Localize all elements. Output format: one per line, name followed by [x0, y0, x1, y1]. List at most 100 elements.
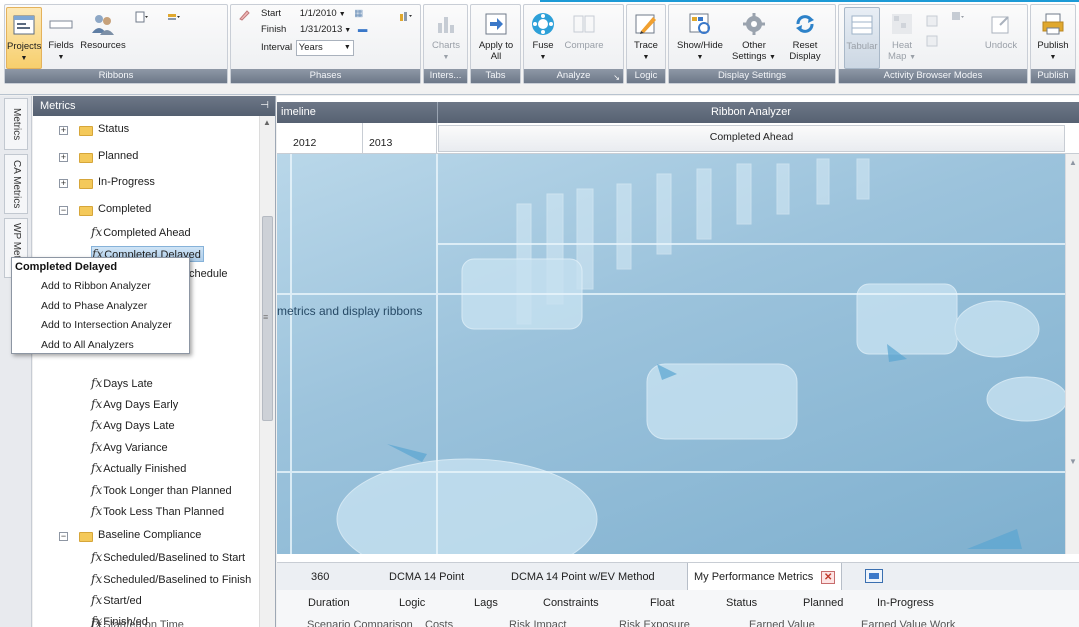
metric-costs[interactable]: Costs [425, 619, 453, 627]
reset-label-1: Reset [792, 40, 818, 51]
heat-map-button[interactable]: Heat Map ▼ [885, 7, 919, 69]
interval-label: Interval [261, 42, 293, 53]
scroll-down-icon[interactable]: ▼ [1069, 457, 1077, 466]
show-hide-button[interactable]: Show/Hide ▼ [675, 7, 725, 69]
tree-item-took-longer[interactable]: fxTook Longer than Planned [91, 483, 232, 497]
charts-icon [438, 17, 454, 33]
tree-item-days-late[interactable]: fxDays Late [91, 376, 153, 390]
start-calendar-icon[interactable]: ▦ [354, 8, 363, 19]
scroll-up-icon[interactable]: ▲ [1069, 158, 1077, 167]
clear-phase-icon[interactable] [237, 9, 251, 21]
tree-item-took-less[interactable]: fxTook Less Than Planned [91, 504, 224, 518]
mode-option-2-icon[interactable] [925, 35, 939, 47]
metric-logic[interactable]: Logic [399, 590, 425, 616]
empty-analyzer-hint: metrics and display ribbons [277, 304, 423, 318]
analyzer-scrollbar[interactable]: ▲ ▼ [1065, 154, 1079, 554]
apply-label-1: Apply to [478, 40, 514, 51]
tree-item-actually-finished[interactable]: fxActually Finished [91, 461, 186, 475]
start-date-field[interactable]: 1/1/2010 [298, 7, 339, 21]
projects-button[interactable]: Projects ▼ [6, 7, 42, 69]
color-dropdown-icon[interactable] [167, 11, 181, 23]
tree-item-avg-days-early[interactable]: fxAvg Days Early [91, 397, 178, 411]
reset-display-button[interactable]: Reset Display [783, 7, 827, 69]
metric-duration[interactable]: Duration [308, 590, 350, 616]
tree-label-completed: Completed [98, 203, 152, 215]
apply-to-all-button[interactable]: Apply to All [474, 7, 518, 69]
publish-button[interactable]: Publish ▼ [1033, 7, 1073, 69]
metric-earned-value-work[interactable]: Earned Value Work [861, 619, 955, 627]
side-tab-metrics[interactable]: Metrics [4, 98, 28, 150]
tree-item-avg-days-late[interactable]: fxAvg Days Late [91, 418, 175, 432]
metric-earned-value[interactable]: Earned Value [749, 619, 815, 627]
background-graphic [277, 154, 1065, 554]
expand-icon[interactable]: + [59, 153, 68, 162]
completed-ahead-column-header[interactable]: Completed Ahead [438, 125, 1065, 152]
side-tab-ca-metrics[interactable]: CA Metrics [4, 154, 28, 214]
mode-option-icon[interactable] [925, 15, 939, 27]
tree-item-completed-ahead[interactable]: fxCompleted Ahead [91, 225, 191, 239]
menu-add-all-analyzers[interactable]: Add to All Analyzers [12, 336, 189, 356]
metric-planned[interactable]: Planned [803, 590, 843, 616]
tabular-button[interactable]: Tabular [844, 7, 880, 69]
collapse-icon[interactable]: − [59, 206, 68, 215]
metric-constraints[interactable]: Constraints [543, 590, 599, 616]
menu-add-phase-analyzer[interactable]: Add to Phase Analyzer [12, 297, 189, 317]
reset-label-2: Display [789, 51, 821, 62]
tab-my-performance-metrics[interactable]: My Performance Metrics ✕ [687, 563, 843, 591]
new-tab-icon[interactable] [865, 569, 883, 583]
metric-risk-exposure[interactable]: Risk Exposure [619, 619, 690, 627]
finish-calendar-icon[interactable]: ▬ [358, 24, 368, 35]
interval-row: Interval Years ▼ [261, 40, 354, 56]
metric-category-row-2: Scenario Comparison Costs Risk Impact Ri… [277, 616, 1079, 627]
tab-360[interactable]: 360 [311, 563, 329, 591]
resources-button[interactable]: Resources [79, 7, 127, 69]
publish-printer-icon [1042, 13, 1064, 35]
tree-item-start-ed[interactable]: fxStart/ed [91, 593, 142, 607]
scroll-up-icon[interactable]: ▲ [263, 118, 271, 127]
metric-scenario-comparison[interactable]: Scenario Comparison [307, 619, 413, 627]
compare-button[interactable]: Compare [562, 7, 606, 69]
function-icon: fx [91, 440, 103, 454]
expand-icon[interactable]: + [59, 126, 68, 135]
tab-dcma-14-point[interactable]: DCMA 14 Point [389, 563, 464, 591]
finish-label: Finish [261, 24, 287, 35]
function-icon: fx [91, 225, 103, 239]
phase-bars-icon[interactable] [399, 10, 413, 22]
tab-dcma-14-point-ev[interactable]: DCMA 14 Point w/EV Method [511, 563, 655, 591]
tree-label-in-progress: In-Progress [98, 176, 155, 188]
metrics-panel-title: Metrics [40, 100, 76, 112]
undock-button[interactable]: Undock [979, 7, 1023, 69]
trace-button[interactable]: Trace ▼ [629, 7, 663, 69]
metric-status[interactable]: Status [726, 590, 757, 616]
tabs-group-title: Tabs [471, 69, 520, 83]
finish-date-field[interactable]: 1/31/2013 [298, 23, 344, 37]
pin-icon[interactable]: ⊣ [260, 96, 269, 116]
other-settings-button[interactable]: Other Settings ▼ [731, 7, 777, 69]
reset-arrows-icon [796, 15, 814, 33]
tree-item-on-schedule[interactable]: chedule [189, 268, 228, 280]
close-tab-icon[interactable]: ✕ [821, 570, 836, 584]
tree-item-scheduled-start[interactable]: fxScheduled/Baselined to Start [91, 550, 245, 564]
metric-in-progress[interactable]: In-Progress [877, 590, 934, 616]
tree-item-avg-variance[interactable]: fxAvg Variance [91, 440, 168, 454]
collapse-icon[interactable]: − [59, 532, 68, 541]
metrics-scrollbar[interactable]: ▲ ≡ [259, 116, 275, 627]
metric-risk-impact[interactable]: Risk Impact [509, 619, 566, 627]
fields-button[interactable]: Fields ▼ [45, 7, 77, 69]
apply-arrow-icon [485, 13, 507, 35]
metric-float[interactable]: Float [650, 590, 674, 616]
metric-lags[interactable]: Lags [474, 590, 498, 616]
tree-item-scheduled-finish[interactable]: fxScheduled/Baselined to Finish [91, 572, 251, 586]
tree-item-start-on-time[interactable]: fxStart/ed on Time [91, 617, 184, 627]
interval-select[interactable]: Years ▼ [295, 40, 354, 56]
fuse-button[interactable]: Fuse ▼ [527, 7, 559, 69]
analyze-launcher-icon[interactable]: ↘ [613, 73, 620, 82]
menu-add-ribbon-analyzer[interactable]: Add to Ribbon Analyzer [12, 277, 189, 297]
layout-dropdown-icon[interactable] [135, 11, 149, 23]
logic-group: Trace ▼ Logic [626, 4, 666, 84]
charts-button[interactable]: Charts ▼ [426, 7, 466, 69]
expand-icon[interactable]: + [59, 179, 68, 188]
layout-mode-dropdown-icon[interactable] [951, 11, 965, 23]
menu-add-intersection-analyzer[interactable]: Add to Intersection Analyzer [12, 316, 189, 336]
analyzer-canvas[interactable]: metrics and display ribbons [277, 154, 1065, 554]
